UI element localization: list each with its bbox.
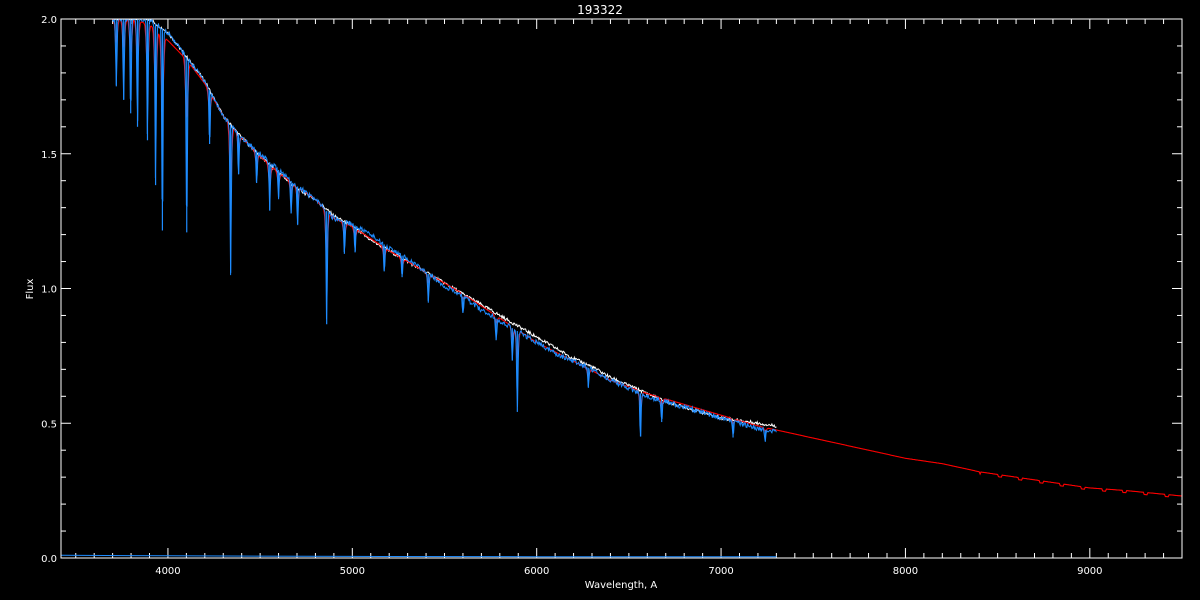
series-line-model-spectrum (112, 19, 1182, 498)
y-tick-label: 0.0 (41, 554, 57, 565)
x-tick-label: 6000 (524, 566, 549, 577)
x-axis-label: Wavelength, A (585, 580, 658, 591)
y-tick-label: 0.5 (41, 419, 57, 430)
x-tick-label: 4000 (155, 566, 180, 577)
y-tick-label: 1.5 (41, 150, 57, 161)
series-line-observed-spectrum (112, 19, 777, 429)
x-tick-label: 9000 (1077, 566, 1102, 577)
chart-title: 193322 (577, 3, 623, 17)
x-tick-label: 7000 (708, 566, 733, 577)
spectrum-chart: 193322 Wavelength, A Flux 4000 5000 6000 70… (0, 0, 1200, 600)
plot-area: 4000 5000 6000 7000 8000 9000 0.0 0.5 1.0 1.5 2.0 (41, 15, 1183, 577)
y-axis-label: Flux (25, 279, 36, 300)
series-line-observed-spectrum-absorption (112, 19, 777, 442)
y-tick-label: 1.0 (41, 285, 57, 296)
y-tick-label: 2.0 (41, 15, 57, 26)
x-tick-label: 5000 (340, 566, 365, 577)
x-tick-label: 8000 (893, 566, 918, 577)
